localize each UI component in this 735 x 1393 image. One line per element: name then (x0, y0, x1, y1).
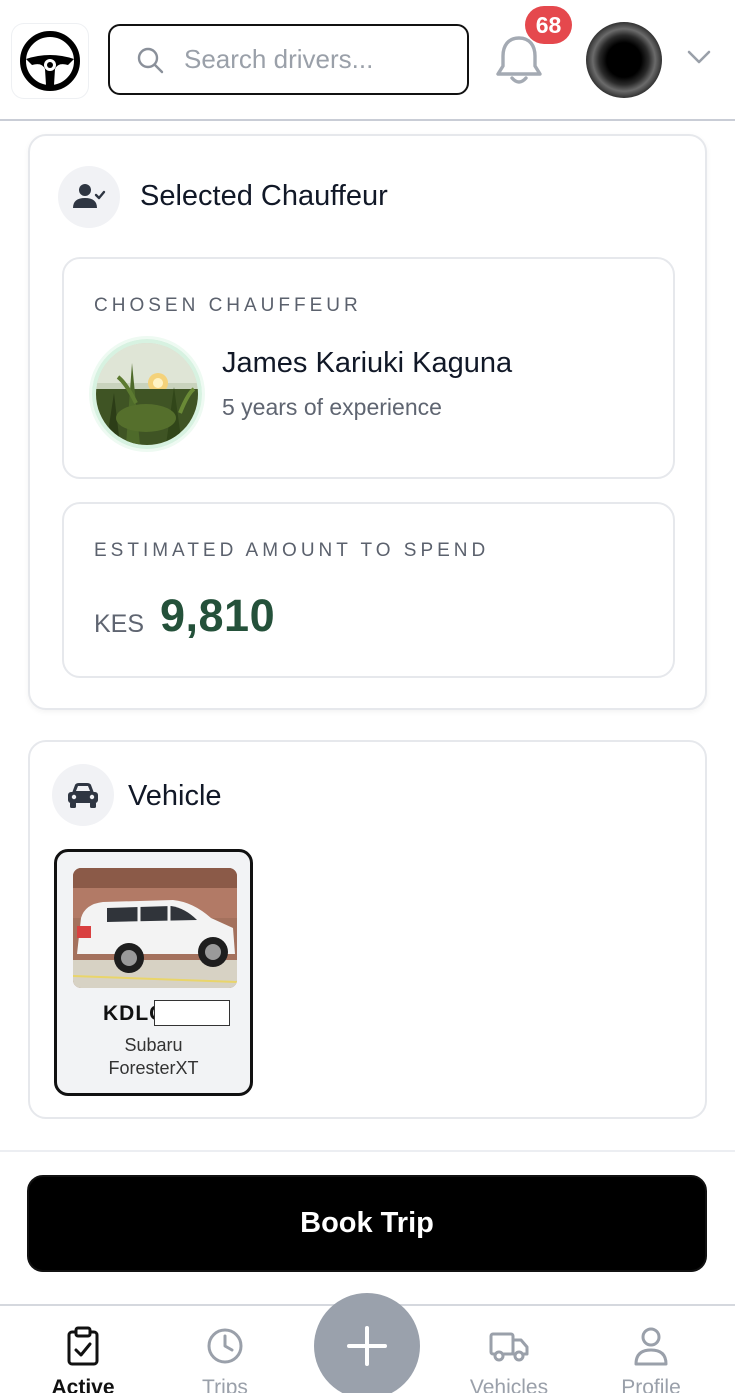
vehicle-section-title: Vehicle (128, 780, 222, 812)
steering-wheel-icon[interactable] (12, 24, 88, 98)
app-header: 68 (0, 0, 735, 121)
add-fab-button[interactable] (314, 1293, 420, 1393)
notification-badge: 68 (525, 6, 572, 44)
plus-icon (347, 1326, 387, 1366)
nav-item-trips[interactable]: Trips (170, 1326, 280, 1393)
divider (0, 1150, 735, 1152)
driver-name: James Kariuki Kaguna (222, 347, 513, 379)
estimate-panel: ESTIMATED AMOUNT TO SPEND KES 9,810 (62, 502, 675, 678)
vehicle-make: Subaru (124, 1035, 183, 1055)
clipboard-check-icon (67, 1326, 99, 1366)
currency-code: KES (94, 610, 145, 638)
selected-chauffeur-card: Selected Chauffeur CHOSEN CHAUFFEUR Jame… (28, 134, 707, 710)
user-icon (634, 1327, 668, 1366)
driver-experience: 5 years of experience (222, 394, 442, 420)
clock-icon (207, 1328, 243, 1364)
estimated-amount: 9,810 (160, 590, 276, 641)
user-avatar[interactable] (586, 22, 662, 98)
search-icon (137, 47, 164, 73)
car-icon (52, 764, 114, 826)
plate-redaction (154, 1000, 230, 1026)
chosen-chauffeur-label: CHOSEN CHAUFFEUR (94, 295, 362, 316)
estimate-label: ESTIMATED AMOUNT TO SPEND (94, 540, 490, 561)
vehicle-model-name: ForesterXT (108, 1058, 199, 1078)
nav-label-profile: Profile (621, 1376, 681, 1393)
nav-label-vehicles: Vehicles (469, 1376, 549, 1393)
nav-item-vehicles[interactable]: Vehicles (454, 1326, 564, 1393)
chauffeur-section-title: Selected Chauffeur (140, 180, 388, 212)
vehicle-tile[interactable]: KDLC Subaru ForesterXT (54, 849, 253, 1096)
vehicle-card: Vehicle KDLC Subaru ForesterXT (28, 740, 707, 1119)
nav-item-profile[interactable]: Profile (596, 1326, 706, 1393)
nav-label-trips: Trips (202, 1376, 248, 1393)
vehicle-photo (73, 868, 237, 988)
nav-item-active[interactable]: Active (28, 1326, 138, 1393)
driver-photo (92, 339, 202, 449)
vehicle-model: Subaru ForesterXT (57, 1034, 250, 1080)
chevron-down-icon[interactable] (686, 48, 712, 66)
chosen-chauffeur-panel: CHOSEN CHAUFFEUR James Kariuki Kaguna 5 … (62, 257, 675, 479)
search-bar[interactable] (108, 24, 469, 95)
search-input[interactable] (184, 44, 444, 75)
book-trip-button[interactable]: Book Trip (27, 1175, 707, 1272)
truck-icon (489, 1332, 529, 1362)
nav-label-active: Active (51, 1376, 115, 1393)
user-check-icon (58, 166, 120, 228)
